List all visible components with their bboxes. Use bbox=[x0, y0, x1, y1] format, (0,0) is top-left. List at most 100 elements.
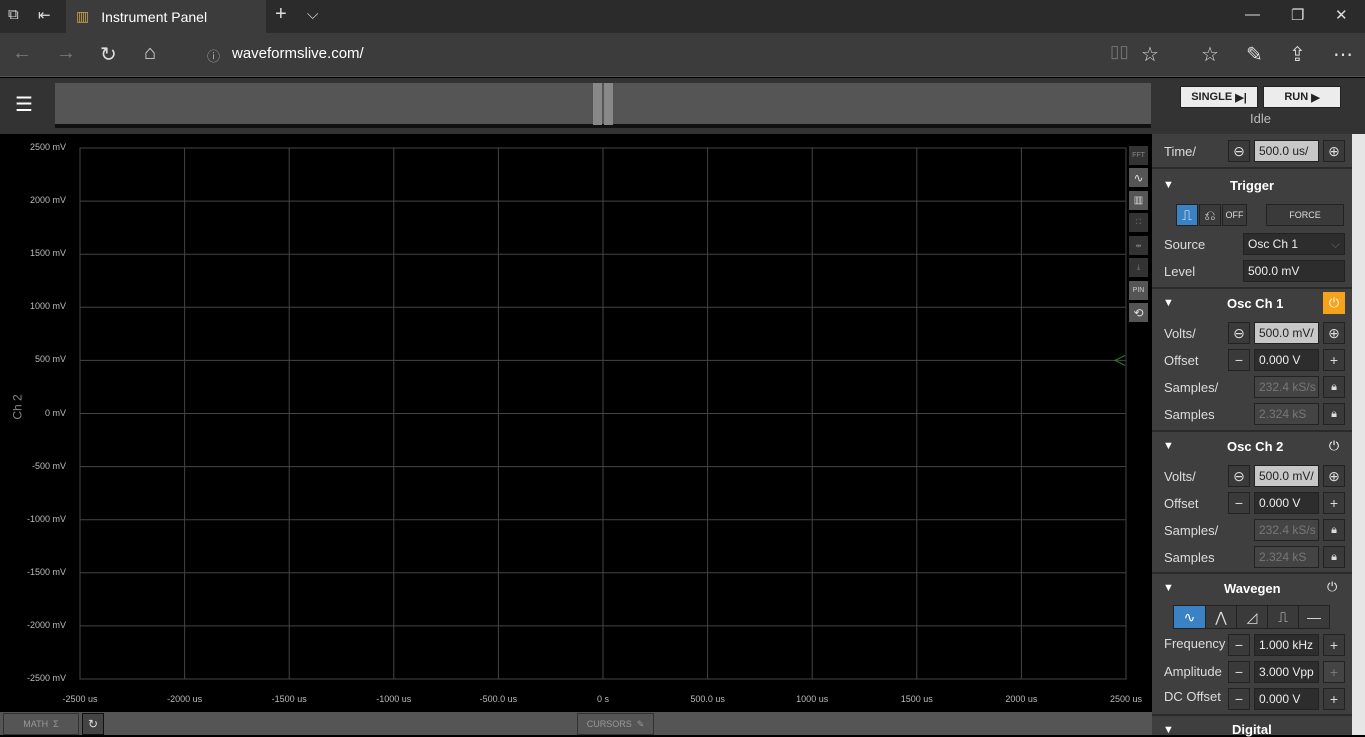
browser-tab[interactable]: ▥ Instrument Panel bbox=[66, 0, 266, 33]
dc-offset-increment-icon[interactable]: + bbox=[1323, 688, 1345, 710]
refresh-icon[interactable]: ↻ bbox=[100, 42, 117, 67]
pen-icon[interactable]: ✎ bbox=[1246, 42, 1263, 67]
sawtooth-wave-icon[interactable]: ◿ bbox=[1236, 606, 1267, 628]
volts-label: Volts/ bbox=[1164, 469, 1196, 484]
power-icon[interactable]: ⏻ bbox=[1327, 579, 1337, 595]
refresh-math-icon[interactable]: ↻ bbox=[82, 713, 104, 735]
falling-edge-icon[interactable]: ⎌ bbox=[1199, 204, 1221, 226]
triangle-wave-icon[interactable]: ⋀ bbox=[1205, 606, 1236, 628]
collapse-icon[interactable]: ▼ bbox=[1163, 582, 1174, 594]
dc-offset-input[interactable]: 0.000 V bbox=[1254, 688, 1319, 710]
offset-input[interactable]: 0.000 V bbox=[1254, 349, 1319, 371]
collapse-icon[interactable]: ▼ bbox=[1163, 297, 1174, 309]
lock-icon[interactable]: 🔒︎ bbox=[1323, 403, 1345, 425]
amplitude-decrement-icon[interactable]: − bbox=[1228, 661, 1250, 683]
info-icon: ⓘ bbox=[207, 49, 221, 64]
close-icon[interactable]: ✕ bbox=[1335, 6, 1348, 24]
math-button[interactable]: MATH Σ bbox=[3, 713, 79, 735]
x-tick-label: -2000 us bbox=[167, 694, 203, 704]
zoom-out-icon[interactable]: ⊖ bbox=[1228, 465, 1250, 487]
samples-input[interactable]: 2.324 kS bbox=[1254, 546, 1319, 568]
forward-icon[interactable]: → bbox=[56, 42, 76, 65]
filter-icon[interactable]: ∿ bbox=[1129, 168, 1148, 187]
favorite-star-icon[interactable]: ☆ bbox=[1141, 42, 1159, 67]
cursors-button[interactable]: CURSORS ✎ bbox=[577, 713, 654, 735]
restore-icon[interactable]: ❐ bbox=[1291, 6, 1304, 24]
power-icon[interactable]: ⏻ bbox=[1323, 435, 1345, 457]
minimize-icon[interactable]: — bbox=[1245, 6, 1260, 23]
more-icon[interactable]: ⋯ bbox=[1333, 42, 1353, 67]
trigger-off-button[interactable]: OFF bbox=[1222, 204, 1247, 226]
lock-icon[interactable]: 🔒︎ bbox=[1323, 546, 1345, 568]
run-label: RUN bbox=[1284, 91, 1309, 103]
lock-icon[interactable]: 🔒︎ bbox=[1323, 376, 1345, 398]
volts-per-div-input[interactable]: 500.0 mV/ bbox=[1254, 322, 1319, 344]
favorites-icon[interactable]: ☆ bbox=[1201, 42, 1219, 67]
histogram-icon[interactable]: ▥ bbox=[1129, 191, 1148, 210]
pin-button[interactable]: PIN bbox=[1129, 281, 1148, 300]
timeline-handle-right[interactable] bbox=[604, 83, 613, 125]
zoom-in-icon[interactable]: ⊕ bbox=[1323, 465, 1345, 487]
center-icon[interactable]: ⇹ bbox=[1129, 236, 1148, 255]
reset-icon[interactable]: ⟲ bbox=[1129, 303, 1148, 322]
source-select[interactable]: Osc Ch 1 ⌵ bbox=[1243, 233, 1345, 255]
collapse-icon[interactable]: ▼ bbox=[1163, 440, 1174, 452]
tab-title: Instrument Panel bbox=[101, 8, 208, 25]
single-button[interactable]: SINGLE ▶| bbox=[1180, 86, 1258, 108]
reading-view-icon[interactable]: ▯▯ bbox=[1110, 42, 1129, 62]
y-tick-label: 1500 mV bbox=[29, 248, 66, 259]
frequency-input[interactable]: 1.000 kHz bbox=[1254, 634, 1319, 656]
amplitude-input[interactable]: 3.000 Vpp bbox=[1254, 661, 1319, 683]
chevron-down-icon[interactable]: ⌵ bbox=[307, 6, 318, 23]
zoom-out-icon[interactable]: ⊖ bbox=[1228, 140, 1250, 162]
timeline-overview[interactable] bbox=[55, 83, 1151, 125]
home-icon[interactable]: ⌂ bbox=[144, 42, 156, 65]
sample-rate-input[interactable]: 232.4 kS/s bbox=[1254, 519, 1319, 541]
force-button[interactable]: FORCE bbox=[1266, 204, 1344, 226]
fft-button[interactable]: FFT bbox=[1129, 146, 1148, 165]
collapse-icon[interactable]: ▼ bbox=[1163, 179, 1174, 191]
run-button[interactable]: RUN ▶ bbox=[1263, 86, 1341, 108]
square-wave-icon[interactable]: ⎍ bbox=[1267, 606, 1298, 628]
math-label: MATH bbox=[23, 719, 49, 729]
zoom-out-icon[interactable]: ⊖ bbox=[1228, 322, 1250, 344]
collapse-icon[interactable]: ▼ bbox=[1163, 724, 1174, 736]
offset-input[interactable]: 0.000 V bbox=[1254, 492, 1319, 514]
zoom-in-icon[interactable]: ⊕ bbox=[1323, 140, 1345, 162]
level-input[interactable]: 500.0 mV bbox=[1243, 260, 1345, 282]
offset-decrement-icon[interactable]: − bbox=[1228, 492, 1250, 514]
samples-input[interactable]: 2.324 kS bbox=[1254, 403, 1319, 425]
download-icon[interactable]: ⤓ bbox=[1129, 258, 1148, 277]
side-scrollbar[interactable] bbox=[1352, 134, 1365, 735]
frequency-decrement-icon[interactable]: − bbox=[1228, 634, 1250, 656]
lock-icon[interactable]: 🔒︎ bbox=[1323, 519, 1345, 541]
back-icon[interactable]: ← bbox=[12, 42, 32, 65]
volts-per-div-input[interactable]: 500.0 mV/ bbox=[1254, 465, 1319, 487]
plot-area[interactable] bbox=[0, 134, 1128, 712]
rising-edge-icon[interactable]: ⎍ bbox=[1176, 204, 1198, 226]
set-aside-tabs-icon[interactable]: ⇤ bbox=[38, 6, 51, 24]
dc-offset-decrement-icon[interactable]: − bbox=[1228, 688, 1250, 710]
wavegen-title: Wavegen bbox=[1224, 581, 1281, 596]
tab-list-icon[interactable]: ⧉ bbox=[8, 6, 19, 23]
sample-rate-input[interactable]: 232.4 kS/s bbox=[1254, 376, 1319, 398]
fullscreen-icon[interactable]: ⛶ bbox=[1129, 213, 1148, 232]
timeline-handle-left[interactable] bbox=[593, 83, 602, 125]
offset-decrement-icon[interactable]: − bbox=[1228, 349, 1250, 371]
x-tick-label: 1000 us bbox=[796, 694, 829, 704]
sine-wave-icon[interactable]: ∿ bbox=[1174, 606, 1205, 628]
url-field[interactable]: waveformslive.com/ bbox=[232, 45, 364, 62]
offset-label: Offset bbox=[1164, 496, 1199, 511]
offset-increment-icon[interactable]: + bbox=[1323, 492, 1345, 514]
x-tick-label: 1500 us bbox=[900, 694, 933, 704]
hamburger-menu-icon[interactable]: ☰ bbox=[15, 92, 33, 117]
share-icon[interactable]: ⇪ bbox=[1289, 42, 1306, 67]
offset-increment-icon[interactable]: + bbox=[1323, 349, 1345, 371]
power-icon[interactable]: ⏻ bbox=[1323, 292, 1345, 314]
new-tab-icon[interactable]: + bbox=[275, 3, 287, 26]
time-per-div-input[interactable]: 500.0 us/ bbox=[1254, 140, 1319, 162]
dc-wave-icon[interactable]: — bbox=[1298, 606, 1329, 628]
zoom-in-icon[interactable]: ⊕ bbox=[1323, 322, 1345, 344]
frequency-increment-icon[interactable]: + bbox=[1323, 634, 1345, 656]
amplitude-increment-icon[interactable]: + bbox=[1323, 661, 1345, 683]
